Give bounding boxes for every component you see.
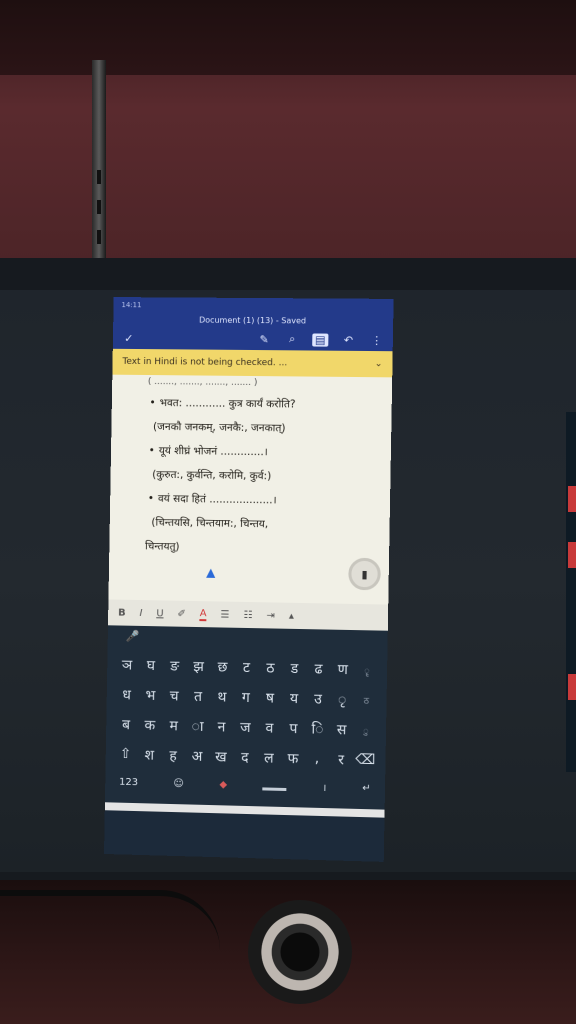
key[interactable]: ण: [330, 659, 354, 679]
underline-button[interactable]: U: [156, 608, 163, 619]
key[interactable]: द: [233, 747, 257, 767]
document-line: भवत: ............ कुत्र कार्यं करोति?: [137, 391, 377, 418]
cursor-handle-icon[interactable]: ▲: [206, 565, 215, 579]
key[interactable]: ह: [161, 745, 185, 765]
key[interactable]: ब: [114, 714, 138, 733]
status-time: 14:11: [121, 301, 141, 309]
pen-icon[interactable]: ✎: [256, 333, 272, 346]
space-bar[interactable]: [263, 787, 287, 791]
highlight-icon[interactable]: ✐: [177, 608, 186, 619]
language-switch-icon[interactable]: ◆: [219, 779, 227, 790]
key[interactable]: थ: [210, 687, 234, 707]
key[interactable]: ,: [305, 750, 329, 767]
key[interactable]: ड: [282, 658, 306, 678]
document-line: (कुरुत:, कुर्वन्ति, करोमि, कुर्व:): [136, 463, 376, 490]
search-icon[interactable]: ⌕: [284, 332, 300, 346]
document-line: (जनकौ जनकम्, जनकै:, जनकात्): [137, 415, 377, 442]
key[interactable]: ज: [233, 717, 257, 737]
key[interactable]: ॄ: [355, 663, 379, 677]
enter-icon[interactable]: ↵: [362, 782, 371, 793]
document-line: चिन्तयतु): [135, 534, 375, 562]
document-cut-line: ( ......., ......., ......., ....... ): [148, 377, 378, 387]
language-check-banner[interactable]: Text in Hindi is not being checked. ... …: [112, 349, 392, 378]
key[interactable]: व: [257, 718, 281, 738]
key[interactable]: उ: [306, 689, 330, 709]
background-wall-shadow: [0, 0, 576, 75]
undo-icon[interactable]: ↶: [340, 333, 356, 346]
emoji-icon[interactable]: ☺: [173, 778, 184, 789]
key[interactable]: ठ: [258, 658, 282, 678]
backspace-icon[interactable]: ⌫: [353, 752, 377, 769]
bullets-icon[interactable]: ☰: [220, 609, 229, 620]
key[interactable]: ग: [234, 687, 258, 707]
key[interactable]: ध: [115, 685, 139, 704]
shelf-bracket: [92, 60, 106, 260]
key[interactable]: क: [138, 715, 162, 734]
key[interactable]: ङ: [163, 656, 187, 675]
numbering-icon[interactable]: ☷: [243, 609, 252, 620]
key[interactable]: त: [186, 686, 210, 705]
key[interactable]: घ: [139, 655, 163, 674]
key[interactable]: च: [162, 686, 186, 705]
key[interactable]: स: [329, 719, 353, 739]
mic-icon: ▮: [361, 567, 367, 580]
key[interactable]: ढ: [306, 659, 330, 679]
italic-button[interactable]: I: [139, 607, 142, 618]
dictate-mic-button[interactable]: ▮: [348, 558, 381, 591]
side-window-edge: [566, 412, 576, 772]
chevron-down-icon[interactable]: ⌄: [375, 359, 383, 369]
key[interactable]: अ: [185, 746, 209, 766]
reading-view-icon[interactable]: ▤: [312, 333, 328, 346]
key[interactable]: ख: [209, 747, 233, 767]
indent-icon[interactable]: ⇥: [266, 610, 275, 621]
key[interactable]: ृ: [330, 689, 354, 709]
key[interactable]: ल: [257, 748, 281, 768]
numbers-key[interactable]: 123: [119, 776, 138, 787]
key[interactable]: फ: [281, 748, 305, 768]
key[interactable]: ष: [258, 688, 282, 708]
document-body[interactable]: ( ......., ......., ......., ....... ) भ…: [108, 375, 392, 605]
keyboard-bottom-row: 123 ☺ ◆ । ↵: [109, 769, 381, 802]
key[interactable]: छ: [210, 657, 234, 676]
banner-text: Text in Hindi is not being checked. ...: [122, 357, 287, 368]
key[interactable]: ु: [354, 723, 378, 737]
shift-key-icon[interactable]: ⇧: [114, 746, 138, 762]
key[interactable]: झ: [186, 656, 210, 675]
key[interactable]: भ: [138, 685, 162, 704]
key[interactable]: ञ: [115, 655, 139, 674]
key[interactable]: श: [137, 745, 161, 765]
key[interactable]: ट: [234, 657, 258, 676]
document-line: यूयं शीघ्रं भोजनं .............।: [137, 439, 377, 466]
key[interactable]: ा: [185, 716, 209, 736]
webcam: [248, 900, 352, 1004]
document-line: वयं सदा हितं ...................।: [136, 486, 376, 513]
check-icon[interactable]: ✓: [121, 331, 137, 344]
key[interactable]: र: [329, 749, 353, 769]
expand-toolbar-icon[interactable]: ▴: [289, 610, 294, 621]
key[interactable]: य: [282, 688, 306, 708]
key[interactable]: प: [281, 718, 305, 738]
document-toolbar: ✓ ✎ ⌕ ▤ ↶ ⋮: [113, 327, 393, 351]
phone-mirror-window: 14:11 Document (1) (13) - Saved ✓ ✎ ⌕ ▤ …: [104, 297, 394, 862]
key[interactable]: ठ: [354, 693, 378, 707]
period-key[interactable]: ।: [322, 780, 326, 794]
key[interactable]: न: [209, 717, 233, 737]
hindi-keyboard: 🎤 ञ घ ङ झ छ ट ठ ड ढ ण ॄ ध भ च त थ ग ष य …: [105, 625, 388, 809]
more-options-icon[interactable]: ⋮: [369, 333, 385, 346]
font-color-button[interactable]: A: [200, 608, 207, 621]
key[interactable]: ि: [305, 719, 329, 739]
cable: [0, 890, 220, 956]
key[interactable]: म: [162, 716, 186, 735]
bold-button[interactable]: B: [118, 607, 126, 618]
